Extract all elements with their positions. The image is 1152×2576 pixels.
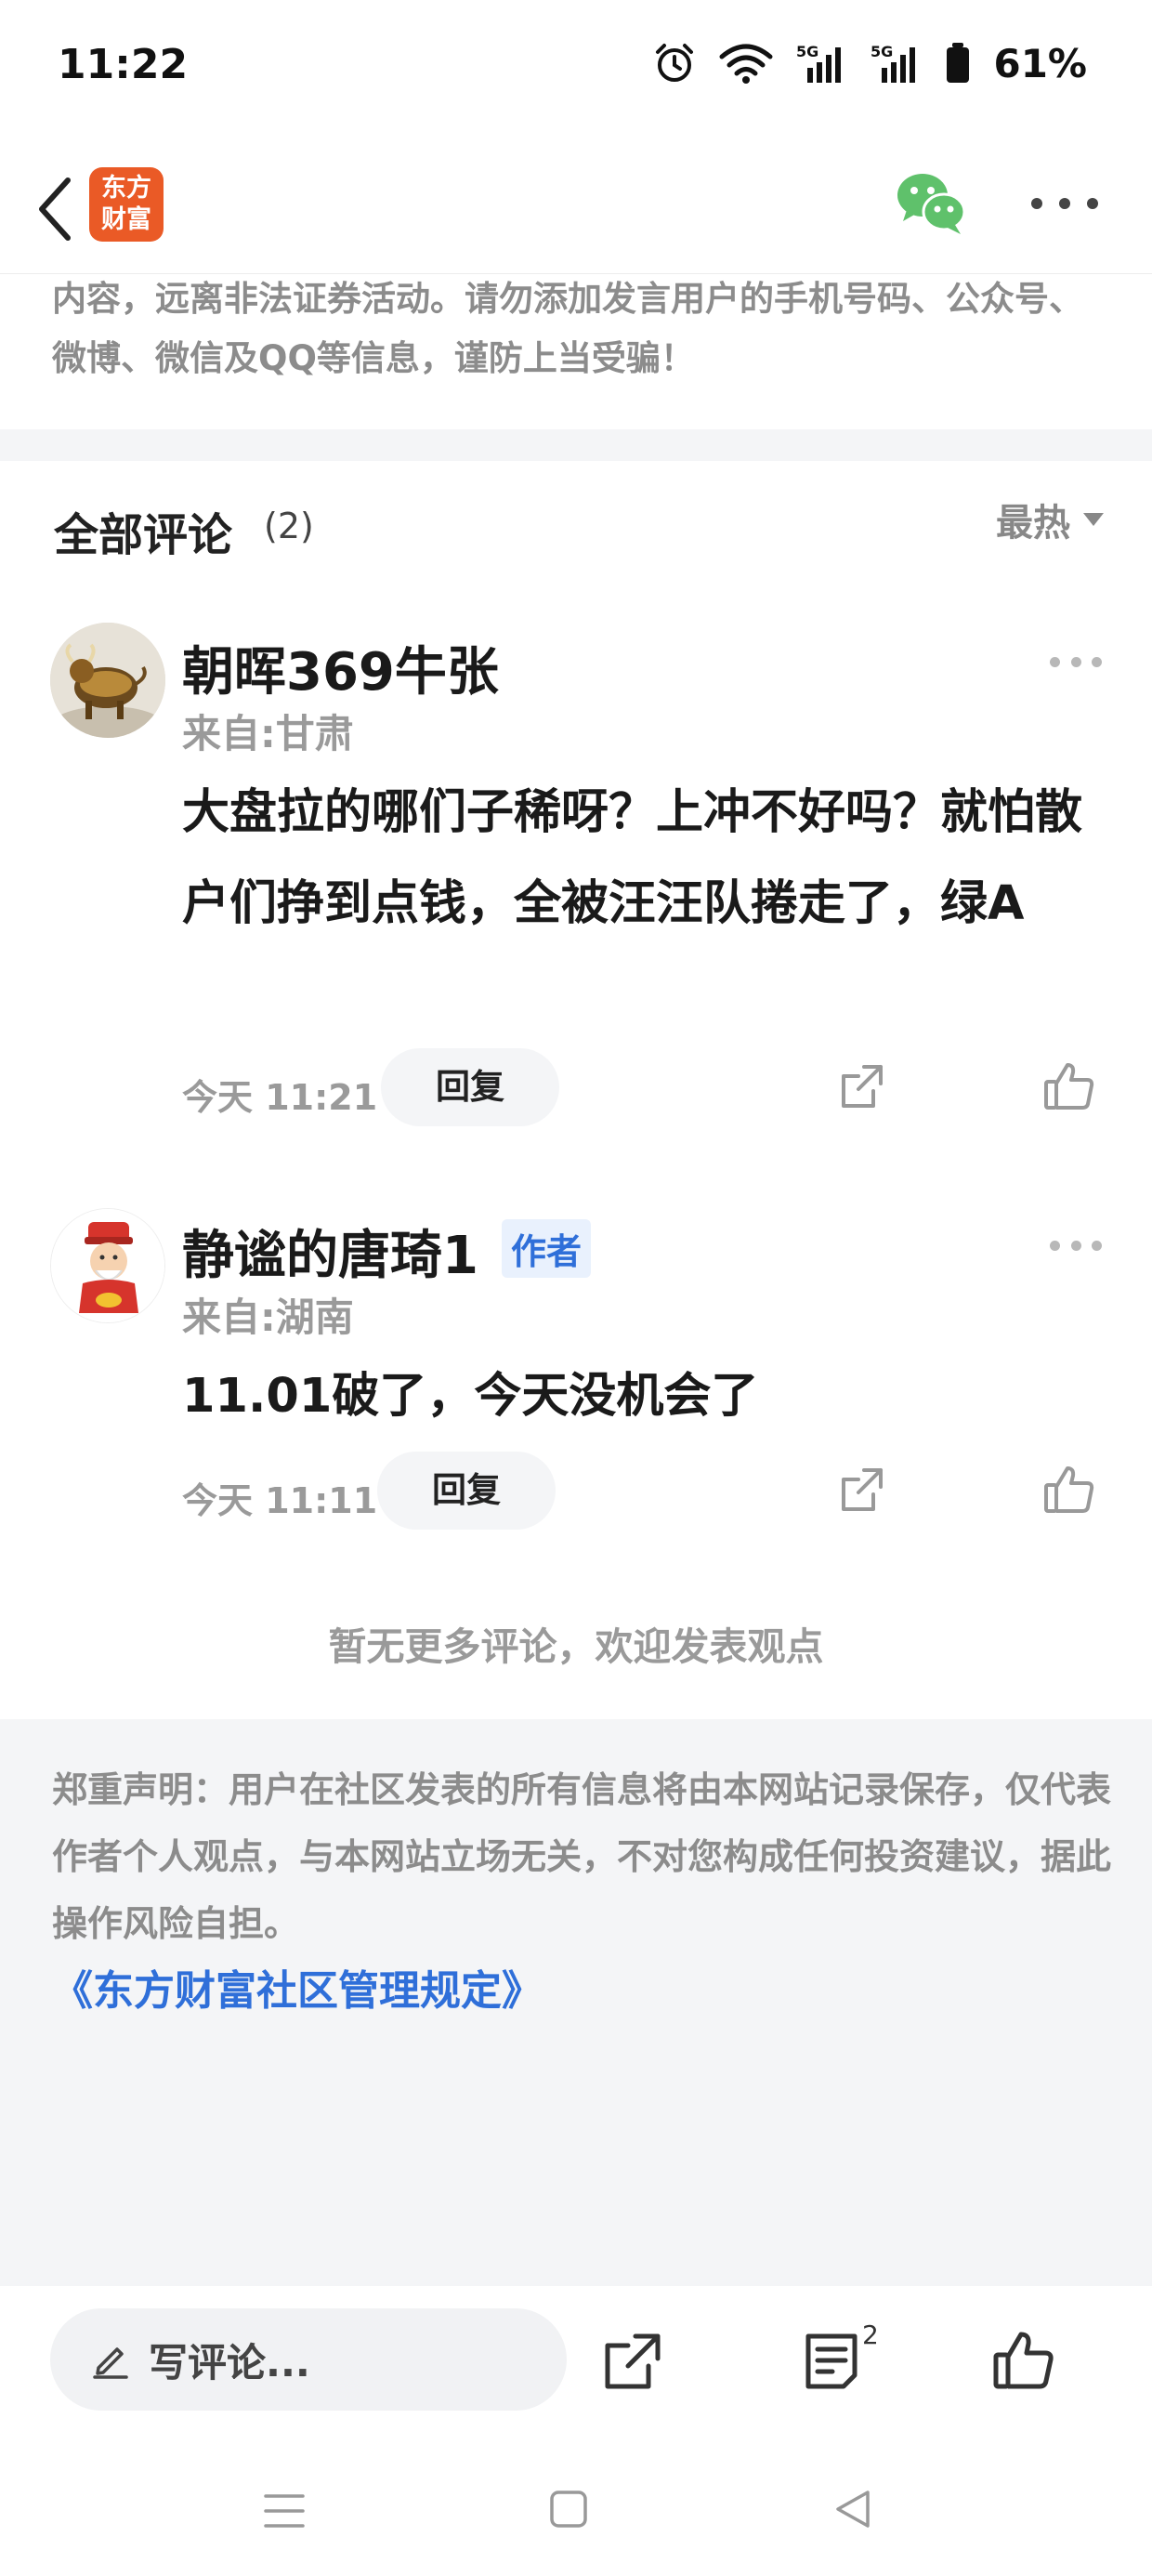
svg-text:5G: 5G [796, 43, 818, 60]
more-button[interactable] [1031, 191, 1098, 217]
commenter-name[interactable]: 朝晖369牛张 [182, 630, 499, 705]
back-icon [39, 177, 71, 241]
more-icon [1031, 198, 1042, 209]
back-button[interactable] [22, 167, 87, 251]
share-icon[interactable] [602, 2331, 663, 2392]
commenter-location: 来自:湖南 [182, 1295, 354, 1340]
share-icon[interactable] [836, 1061, 888, 1113]
like-icon[interactable] [1042, 1059, 1096, 1113]
commenter-location: 来自:甘肃 [182, 711, 354, 756]
comment-time: 今天 11:21 [182, 1077, 378, 1118]
home-icon[interactable] [548, 2489, 589, 2530]
wifi-icon [719, 44, 773, 84]
reply-button[interactable]: 回复 [377, 1452, 556, 1530]
avatar[interactable] [50, 1208, 165, 1323]
pencil-icon [93, 2347, 128, 2379]
disclaimer-section: 郑重声明：用户在社区发表的所有信息将由本网站记录保存，仅代表作者个人观点，与本网… [0, 1719, 1152, 2286]
write-comment-input[interactable]: 写评论... [50, 2308, 567, 2411]
alarm-icon [656, 44, 694, 82]
section-divider [0, 429, 1152, 461]
bottom-action-bar: 写评论... 2 [0, 2286, 1152, 2425]
wechat-icon [897, 174, 966, 234]
bull-avatar [50, 623, 165, 738]
commenter-name[interactable]: 静谧的唐琦1 [182, 1214, 478, 1289]
share-icon[interactable] [836, 1465, 888, 1517]
more-icon [1050, 656, 1060, 667]
recent-apps-icon[interactable] [262, 2491, 307, 2531]
author-badge: 作者 [502, 1219, 592, 1278]
battery-icon [947, 43, 970, 83]
like-icon[interactable] [1042, 1463, 1096, 1517]
signal-5g-icon: 5G [796, 43, 842, 83]
sort-label: 最热 [996, 502, 1070, 545]
battery-level: 61% [993, 40, 1087, 86]
logo-line-1: 东方 [101, 174, 151, 203]
reply-button[interactable]: 回复 [381, 1048, 559, 1126]
back-icon[interactable] [832, 2487, 873, 2531]
logo-line-2: 财富 [101, 205, 151, 234]
comment-text: 11.01破了，今天没机会了 [182, 1369, 759, 1424]
no-more-comments: 暂无更多评论，欢迎发表观点 [328, 1624, 824, 1669]
comments-header: 全部评论 (2) 最热 [54, 493, 1104, 561]
signal-5g-icon: 5G [871, 43, 916, 83]
comments-count-badge: 2 [862, 2320, 879, 2350]
risk-notice: 内容，远离非法证券活动。请勿添加发言用户的手机号码、公众号、微博、微信及QQ等信… [52, 279, 1083, 378]
fortune-god-avatar [51, 1209, 164, 1322]
comments-title: 全部评论 [54, 509, 233, 561]
sort-dropdown[interactable]: 最热 [996, 493, 1104, 546]
disclaimer-text: 郑重声明：用户在社区发表的所有信息将由本网站记录保存，仅代表作者个人观点，与本网… [52, 1769, 1112, 1944]
system-navigation [0, 2435, 1152, 2576]
like-icon[interactable] [992, 2329, 1055, 2392]
comment-time: 今天 11:11 [182, 1480, 378, 1521]
status-time: 11:22 [58, 41, 189, 88]
community-rules-link[interactable]: 《东方财富社区管理规定》 [52, 1957, 543, 2017]
comments-icon[interactable] [801, 2331, 862, 2392]
comment-more-button[interactable] [1050, 654, 1102, 669]
status-icons: 5G 5G 61% [653, 37, 1087, 89]
avatar[interactable] [50, 623, 165, 738]
write-comment-placeholder: 写评论... [149, 2339, 310, 2385]
caret-down-icon [1083, 513, 1104, 526]
wechat-share-button[interactable] [894, 167, 968, 238]
comment-text: 大盘拉的哪们子稀呀？上冲不好吗？就怕散户们挣到点钱，全被汪汪队捲走了，绿A [182, 785, 1083, 931]
svg-text:5G: 5G [871, 43, 893, 60]
brand-logo[interactable]: 东方 财富 [89, 167, 164, 242]
status-bar: 11:22 5G 5G 61% [0, 0, 1152, 139]
comment-more-button[interactable] [1050, 1238, 1102, 1253]
nav-bar: 东方 财富 [0, 149, 1152, 274]
more-icon [1050, 1240, 1060, 1251]
comments-count: (2) [264, 506, 314, 546]
